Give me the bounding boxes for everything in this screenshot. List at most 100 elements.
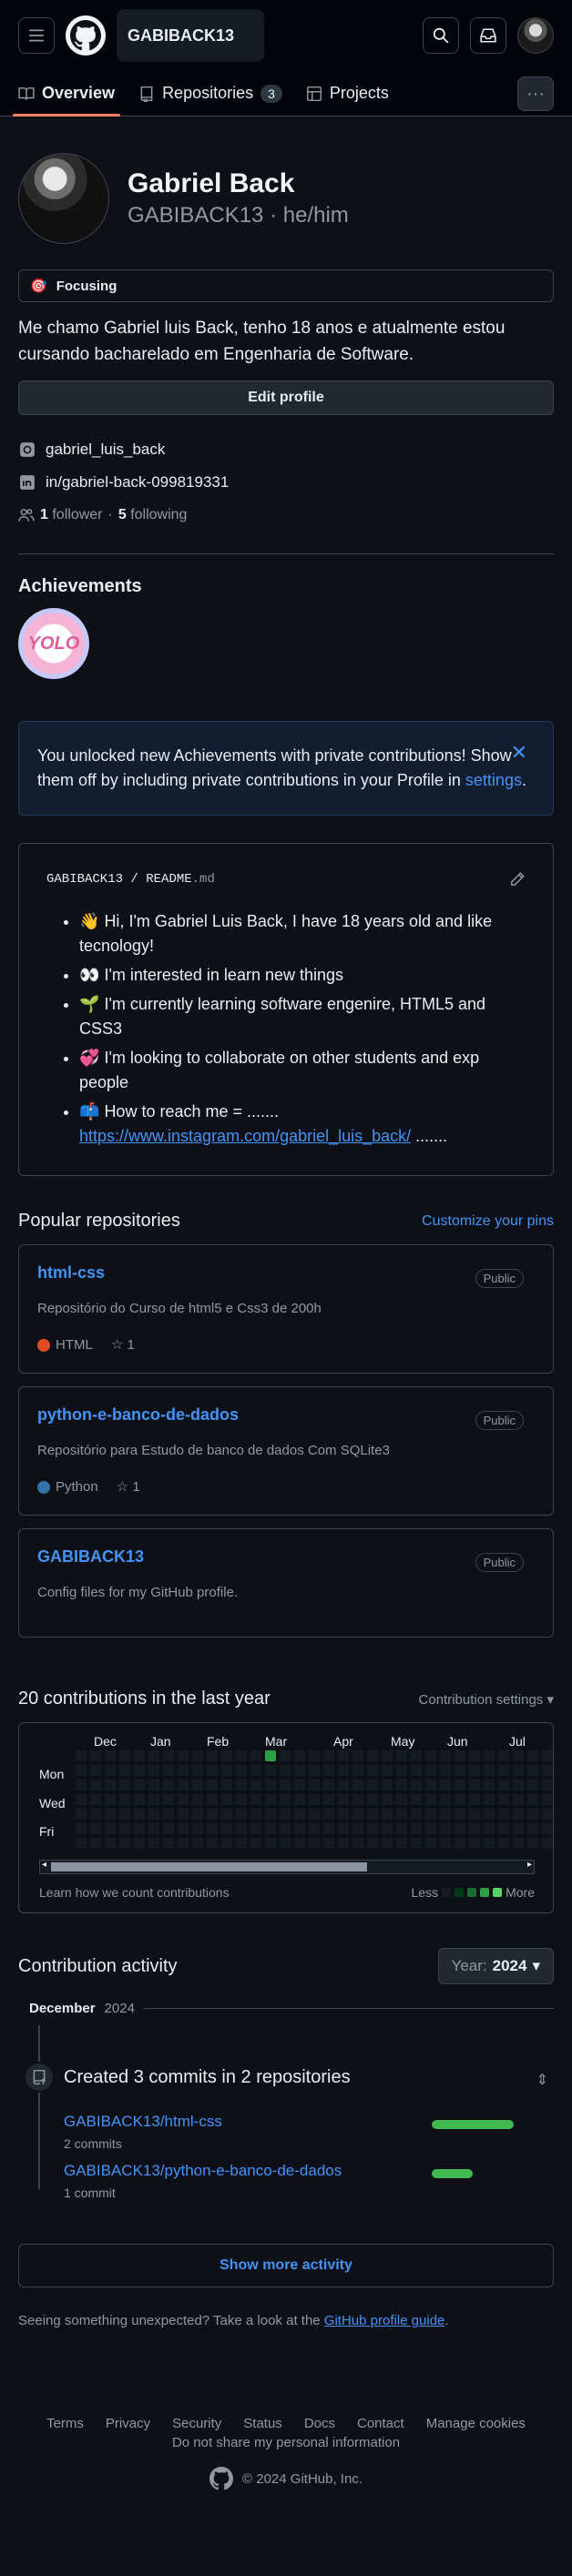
contribution-day[interactable]	[440, 1765, 451, 1776]
contribution-day[interactable]	[309, 1823, 320, 1834]
contribution-day[interactable]	[498, 1750, 509, 1761]
contribution-day[interactable]	[76, 1794, 87, 1805]
contribution-day[interactable]	[469, 1765, 480, 1776]
commit-repo-link[interactable]: GABIBACK13/html-css	[64, 2113, 222, 2130]
contribution-day[interactable]	[425, 1780, 436, 1790]
contribution-day[interactable]	[178, 1809, 189, 1820]
contribution-day[interactable]	[498, 1780, 509, 1790]
contribution-day[interactable]	[396, 1809, 407, 1820]
contribution-day[interactable]	[76, 1765, 87, 1776]
contribution-day[interactable]	[294, 1765, 305, 1776]
contribution-day[interactable]	[425, 1750, 436, 1761]
contribution-day[interactable]	[178, 1765, 189, 1776]
contribution-day[interactable]	[178, 1838, 189, 1849]
contribution-day[interactable]	[134, 1765, 145, 1776]
contribution-day[interactable]	[236, 1823, 247, 1834]
contribution-day[interactable]	[265, 1809, 276, 1820]
contribution-day[interactable]	[440, 1780, 451, 1790]
contribution-day[interactable]	[134, 1823, 145, 1834]
contribution-day[interactable]	[134, 1794, 145, 1805]
contribution-day[interactable]	[236, 1809, 247, 1820]
contribution-day[interactable]	[498, 1794, 509, 1805]
contribution-day[interactable]	[542, 1780, 553, 1790]
contribution-day[interactable]	[425, 1823, 436, 1834]
contribution-settings-button[interactable]: Contribution settings ▾	[419, 1691, 554, 1708]
contribution-day[interactable]	[367, 1838, 378, 1849]
contribution-day[interactable]	[338, 1750, 349, 1761]
contribution-day[interactable]	[338, 1765, 349, 1776]
contribution-day[interactable]	[425, 1809, 436, 1820]
contribution-day[interactable]	[527, 1794, 538, 1805]
contribution-day[interactable]	[163, 1794, 174, 1805]
contribution-day[interactable]	[484, 1823, 495, 1834]
footer-dnsp-link[interactable]: Do not share my personal information	[18, 2435, 554, 2450]
contribution-day[interactable]	[105, 1794, 116, 1805]
contribution-day[interactable]	[178, 1823, 189, 1834]
contribution-day[interactable]	[294, 1809, 305, 1820]
more-tabs-button[interactable]: ···	[517, 76, 554, 111]
contribution-day[interactable]	[352, 1794, 363, 1805]
contribution-day[interactable]	[498, 1823, 509, 1834]
contribution-day[interactable]	[513, 1765, 524, 1776]
contribution-day[interactable]	[148, 1780, 159, 1790]
contribution-day[interactable]	[367, 1823, 378, 1834]
footer-link-security[interactable]: Security	[172, 2416, 221, 2431]
contribution-day[interactable]	[323, 1794, 334, 1805]
contribution-day[interactable]	[382, 1750, 393, 1761]
contribution-day[interactable]	[163, 1750, 174, 1761]
contribution-day[interactable]	[236, 1780, 247, 1790]
contribution-day[interactable]	[250, 1765, 261, 1776]
show-more-activity-button[interactable]: Show more activity	[18, 2244, 554, 2287]
contribution-day[interactable]	[192, 1838, 203, 1849]
repo-name-link[interactable]: python-e-banco-de-dados	[37, 1405, 239, 1424]
contribution-day[interactable]	[76, 1750, 87, 1761]
contribution-day[interactable]	[134, 1780, 145, 1790]
contribution-day[interactable]	[513, 1823, 524, 1834]
contribution-day[interactable]	[119, 1809, 130, 1820]
footer-link-cookies[interactable]: Manage cookies	[426, 2416, 526, 2431]
contribution-day[interactable]	[90, 1750, 101, 1761]
contribution-day[interactable]	[163, 1823, 174, 1834]
contribution-day[interactable]	[294, 1794, 305, 1805]
contribution-day[interactable]	[527, 1765, 538, 1776]
contribution-day[interactable]	[542, 1838, 553, 1849]
yolo-achievement-badge[interactable]: YOLO	[18, 608, 89, 679]
contribution-day[interactable]	[323, 1750, 334, 1761]
inbox-button[interactable]	[470, 17, 506, 54]
contribution-day[interactable]	[250, 1838, 261, 1849]
contribution-day[interactable]	[294, 1750, 305, 1761]
contribution-day[interactable]	[119, 1750, 130, 1761]
contribution-day[interactable]	[484, 1750, 495, 1761]
contribution-day[interactable]	[119, 1765, 130, 1776]
contribution-day[interactable]	[352, 1750, 363, 1761]
contribution-day[interactable]	[352, 1780, 363, 1790]
commit-repo-link[interactable]: GABIBACK13/python-e-banco-de-dados	[64, 2162, 342, 2179]
contribution-day[interactable]	[207, 1809, 218, 1820]
repo-name-link[interactable]: html-css	[37, 1263, 105, 1282]
contribution-day[interactable]	[119, 1794, 130, 1805]
contribution-day[interactable]	[250, 1794, 261, 1805]
contribution-day[interactable]	[119, 1780, 130, 1790]
contribution-day[interactable]	[455, 1809, 465, 1820]
learn-contributions-link[interactable]: Learn how we count contributions	[39, 1885, 230, 1900]
scrollbar-thumb[interactable]	[51, 1862, 367, 1871]
close-icon[interactable]: ✕	[511, 740, 527, 765]
tab-overview[interactable]: Overview	[12, 71, 121, 117]
contribution-day[interactable]	[280, 1794, 291, 1805]
contribution-day[interactable]	[411, 1780, 422, 1790]
commit-count-link[interactable]: 1 commit	[64, 2186, 342, 2200]
contribution-day[interactable]	[498, 1765, 509, 1776]
contribution-day[interactable]	[542, 1794, 553, 1805]
footer-link-privacy[interactable]: Privacy	[106, 2416, 150, 2431]
year-select-button[interactable]: Year: 2024 ▾	[437, 1948, 554, 1984]
contribution-day[interactable]	[105, 1750, 116, 1761]
contribution-day[interactable]	[134, 1809, 145, 1820]
contribution-day[interactable]	[367, 1765, 378, 1776]
contribution-day[interactable]	[527, 1823, 538, 1834]
contribution-day[interactable]	[484, 1838, 495, 1849]
contribution-day[interactable]	[323, 1838, 334, 1849]
contribution-day[interactable]	[382, 1765, 393, 1776]
contribution-day[interactable]	[178, 1750, 189, 1761]
contribution-day[interactable]	[236, 1765, 247, 1776]
contribution-day[interactable]	[207, 1765, 218, 1776]
